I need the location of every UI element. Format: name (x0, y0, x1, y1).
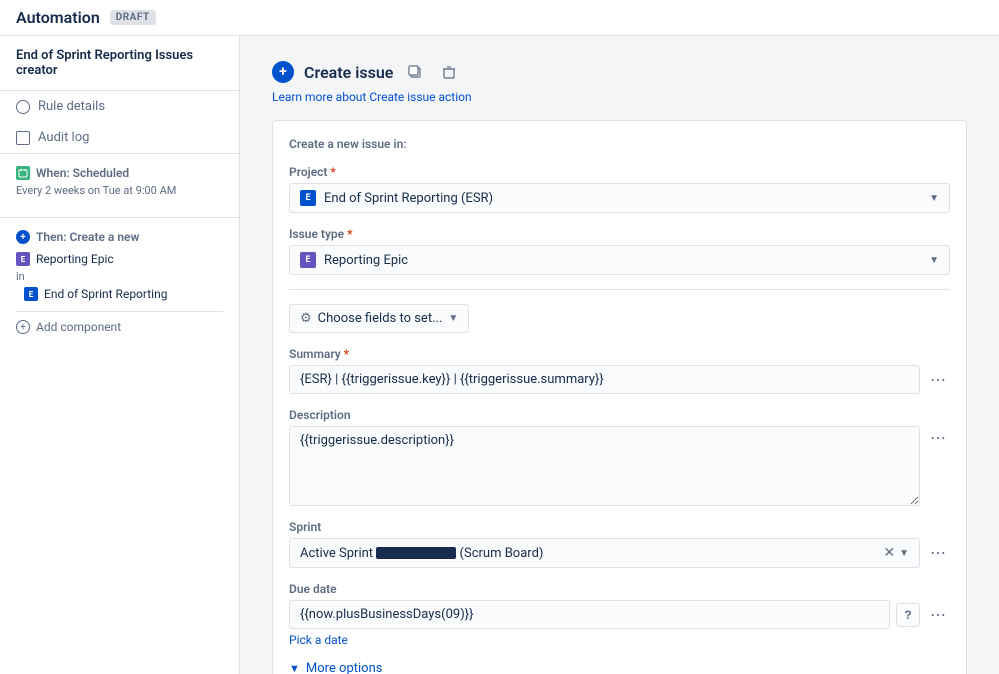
issue-type-value: Reporting Epic (324, 253, 408, 268)
due-date-input[interactable] (289, 600, 890, 629)
description-row: {{triggerissue.description}} ⋯ (289, 426, 950, 506)
description-options-button[interactable]: ⋯ (926, 426, 950, 450)
issue-type-icon: E (300, 252, 316, 268)
chevron-down-icon: ▼ (448, 313, 458, 324)
create-issue-form: Create a new issue in: Project * E End o… (272, 120, 967, 674)
issue-type-group: Issue type * E Reporting Epic ▼ (289, 227, 950, 275)
then-section: + Then: Create a new E Reporting Epic in… (0, 217, 239, 346)
draft-badge: DRAFT (110, 10, 156, 25)
project-value: End of Sprint Reporting (ESR) (324, 191, 493, 206)
sprint-value: Active Sprint (Scrum Board) (300, 546, 543, 561)
project-label: End of Sprint Reporting (44, 287, 167, 301)
then-title: + Then: Create a new (16, 230, 223, 244)
layout: End of Sprint Reporting Issues creator R… (0, 36, 999, 674)
create-issue-header: + Create issue (272, 60, 967, 84)
gear-icon: ⚙ (300, 311, 312, 326)
when-subtitle: Every 2 weeks on Tue at 9:00 AM (16, 184, 223, 197)
due-date-group: Due date ? ⋯ Pick a date (289, 582, 950, 647)
description-label: Description (289, 408, 950, 422)
plus-icon: + (16, 230, 30, 244)
sprint-label: Sprint (289, 520, 950, 534)
summary-row: ⋯ (289, 365, 950, 394)
sprint-redacted (376, 547, 456, 559)
summary-label: Summary * (289, 347, 950, 361)
add-component-label: Add component (36, 320, 121, 334)
rect-icon (16, 131, 30, 145)
circle-icon (16, 100, 30, 114)
choose-fields-label: Choose fields to set... (318, 311, 443, 326)
delete-button[interactable] (437, 60, 461, 84)
add-component-row[interactable]: + Add component (16, 311, 223, 334)
chevron-down-icon: ▼ (929, 193, 939, 204)
chevron-down-icon: ▼ (899, 548, 909, 559)
project-icon: E (300, 190, 316, 206)
create-in-label: Create a new issue in: (289, 137, 950, 151)
more-options-toggle[interactable]: ▼ More options (289, 661, 950, 674)
pick-date-link[interactable]: Pick a date (289, 633, 950, 647)
summary-options-button[interactable]: ⋯ (926, 368, 950, 392)
summary-input[interactable] (289, 365, 920, 394)
plus-button[interactable]: + (272, 61, 294, 83)
audit-log-label: Audit log (38, 130, 89, 145)
summary-group: Summary * ⋯ (289, 347, 950, 394)
epic-row: E Reporting Epic (16, 250, 223, 268)
create-in-group: Create a new issue in: (289, 137, 950, 151)
sprint-group: Sprint Active Sprint (Scrum Board) ✕ (289, 520, 950, 568)
issue-type-label: Issue type * (289, 227, 950, 241)
due-date-row: ? ⋯ (289, 600, 950, 629)
main-content: + Create issue Learn more about Create i… (240, 36, 999, 674)
rule-details-label: Rule details (38, 99, 105, 114)
create-issue-title: Create issue (304, 63, 393, 82)
header: Automation DRAFT (0, 0, 999, 36)
sidebar-item-audit-log[interactable]: Audit log (0, 122, 239, 153)
sprint-options-button[interactable]: ⋯ (926, 541, 950, 565)
divider (289, 289, 950, 290)
issue-type-select[interactable]: E Reporting Epic ▼ (289, 245, 950, 275)
choose-fields-button[interactable]: ⚙ Choose fields to set... ▼ (289, 304, 469, 333)
copy-button[interactable] (403, 60, 427, 84)
due-date-options-button[interactable]: ⋯ (926, 603, 950, 627)
in-label: in (16, 270, 25, 283)
help-button[interactable]: ? (896, 603, 920, 627)
more-options-label: More options (306, 661, 383, 674)
add-circle-icon: + (16, 320, 30, 334)
project-row: E End of Sprint Reporting (16, 285, 223, 303)
in-row: in (16, 268, 223, 285)
chevron-down-icon: ▼ (929, 255, 939, 266)
calendar-icon (16, 166, 30, 180)
due-date-label: Due date (289, 582, 950, 596)
rule-name: End of Sprint Reporting Issues creator (0, 36, 239, 91)
when-section: When: Scheduled Every 2 weeks on Tue at … (0, 153, 239, 217)
sidebar-item-rule-details[interactable]: Rule details (0, 91, 239, 122)
project-label: Project * (289, 165, 950, 179)
project-select[interactable]: E End of Sprint Reporting (ESR) ▼ (289, 183, 950, 213)
sidebar: End of Sprint Reporting Issues creator R… (0, 36, 240, 674)
description-input[interactable]: {{triggerissue.description}} (289, 426, 920, 506)
sprint-clear-icon[interactable]: ✕ (883, 545, 895, 561)
more-options-section: ▼ More options Additional fields { "fiel… (289, 661, 950, 674)
chevron-down-icon: ▼ (289, 662, 300, 674)
epic-label: Reporting Epic (36, 252, 114, 266)
esr-icon: E (24, 287, 38, 301)
when-title: When: Scheduled (16, 166, 223, 180)
project-group: Project * E End of Sprint Reporting (ESR… (289, 165, 950, 213)
description-group: Description {{triggerissue.description}}… (289, 408, 950, 506)
epic-icon: E (16, 252, 30, 266)
sprint-row: Active Sprint (Scrum Board) ✕ ▼ ⋯ (289, 538, 950, 568)
sprint-select[interactable]: Active Sprint (Scrum Board) ✕ ▼ (289, 538, 920, 568)
learn-more-link[interactable]: Learn more about Create issue action (272, 90, 967, 104)
page-title: Automation (16, 8, 100, 27)
